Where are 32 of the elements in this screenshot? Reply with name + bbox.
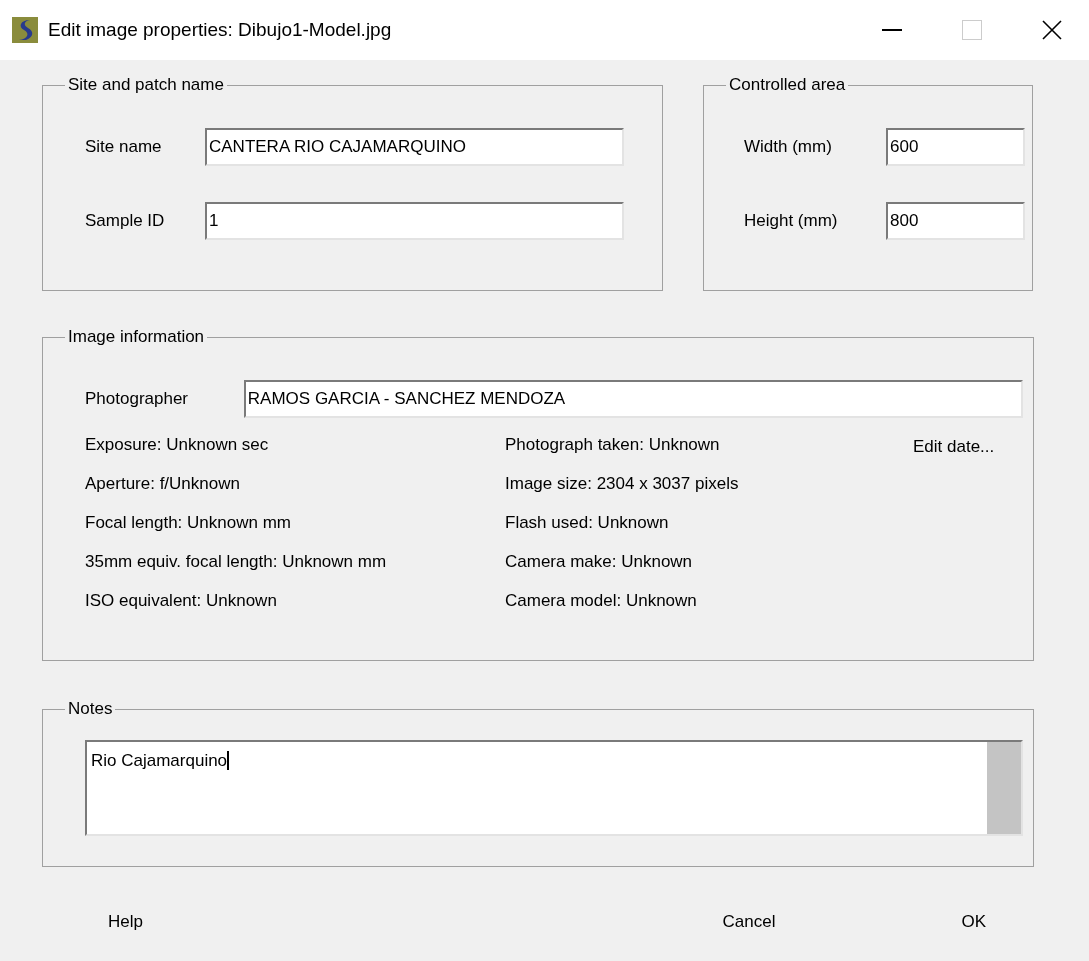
minimize-icon[interactable] xyxy=(882,29,902,31)
text-field[interactable]: RAMOS GARCIA - SANCHEZ MENDOZA xyxy=(243,380,1023,418)
edit-date-button[interactable]: Edit date... xyxy=(905,430,1003,464)
info-text: Flash used: Unknown xyxy=(505,512,670,534)
info-text: ISO equivalent: Unknown xyxy=(85,590,278,612)
app-logo-icon xyxy=(12,17,38,43)
field-label: Sample ID xyxy=(85,210,166,233)
text-field[interactable]: CANTERA RIO CAJAMARQUINO xyxy=(205,128,624,166)
field-label: Width (mm) xyxy=(744,136,833,159)
info-text: Photograph taken: Unknown xyxy=(505,434,721,456)
info-text: Image size: 2304 x 3037 pixels xyxy=(505,473,740,495)
field-label: Site name xyxy=(85,136,163,159)
dialog-button[interactable]: OK xyxy=(953,905,994,939)
scrollbar[interactable] xyxy=(987,742,1021,834)
notes-field[interactable]: Rio Cajamarquino xyxy=(85,740,1023,836)
window-title: Edit image properties: Dibujo1-Model.jpg xyxy=(48,17,392,42)
field-label: Photographer xyxy=(85,388,190,411)
info-text: Aperture: f/Unknown xyxy=(85,473,241,495)
field-label: Height (mm) xyxy=(744,210,839,233)
maximize-icon[interactable] xyxy=(962,20,982,40)
info-text: Camera make: Unknown xyxy=(505,551,694,573)
close-icon[interactable] xyxy=(1042,20,1062,40)
notes-text: Rio Cajamarquino xyxy=(91,751,230,770)
dialog-button[interactable]: Cancel xyxy=(714,905,784,939)
text-field[interactable]: 600 xyxy=(886,128,1025,166)
text-field[interactable]: 800 xyxy=(886,202,1025,240)
info-text: Camera model: Unknown xyxy=(505,590,698,612)
text-field[interactable]: 1 xyxy=(205,202,624,240)
info-text: Focal length: Unknown mm xyxy=(85,512,292,534)
info-text: 35mm equiv. focal length: Unknown mm xyxy=(85,551,388,573)
dialog-button[interactable]: Help xyxy=(100,905,151,939)
info-text: Exposure: Unknown sec xyxy=(85,434,270,456)
